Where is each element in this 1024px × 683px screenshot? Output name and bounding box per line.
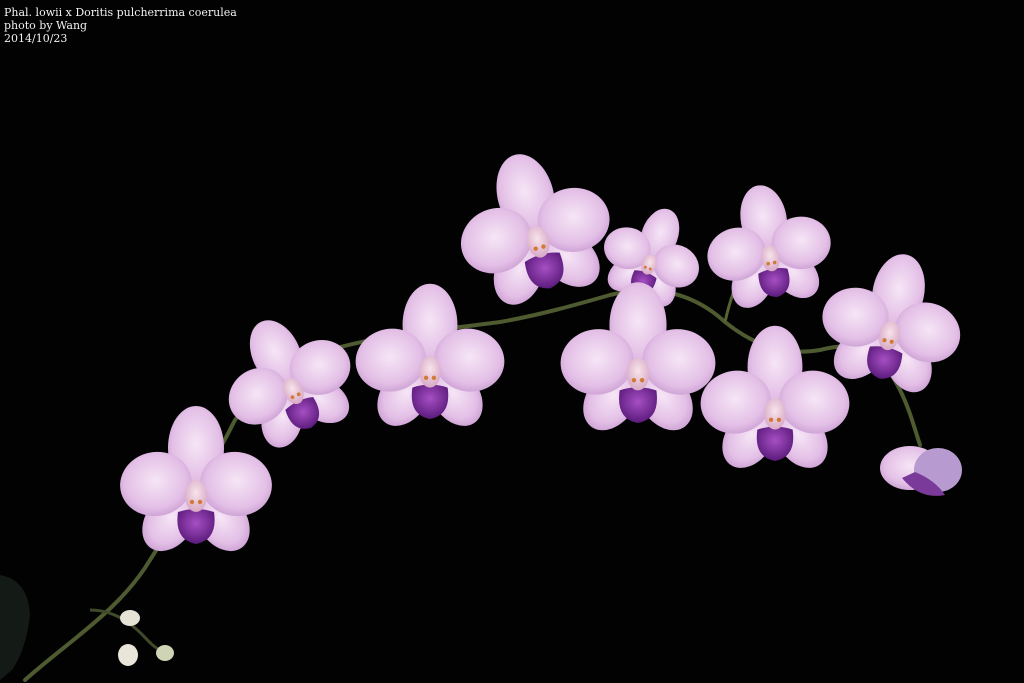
- orchid-bud-flower: [880, 446, 962, 496]
- caption-title: Phal. lowii x Doritis pulcherrima coerul…: [4, 6, 237, 19]
- caption-credit: photo by Wang: [4, 19, 88, 32]
- leaf: [0, 575, 30, 680]
- photo-frame: Phal. lowii x Doritis pulcherrima coerul…: [0, 0, 1024, 683]
- orchid-photo: [0, 133, 980, 682]
- orchid-flower: [555, 282, 721, 442]
- orchid-flower: [350, 283, 510, 437]
- orchid-flower: [114, 406, 278, 562]
- orchid-flower: [692, 174, 846, 323]
- orchid-flower: [198, 292, 380, 471]
- photo-caption: Phal. lowii x Doritis pulcherrima coerul…: [4, 6, 237, 45]
- caption-date: 2014/10/23: [4, 32, 68, 45]
